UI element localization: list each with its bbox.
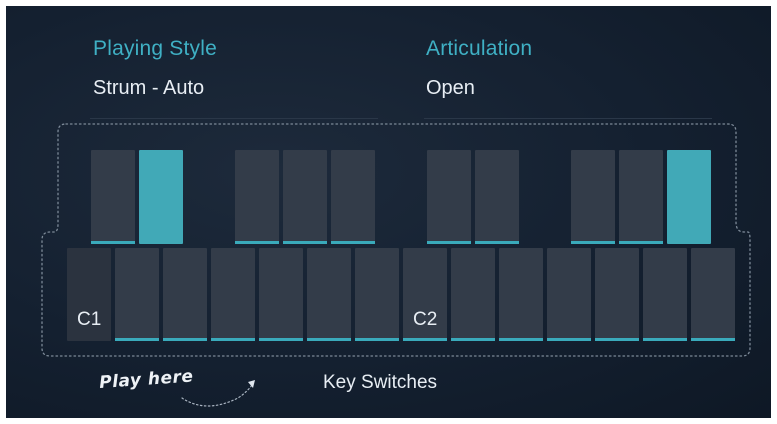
key-switch-lower-6[interactable] — [307, 248, 351, 341]
key-accent-bar — [115, 338, 159, 341]
key-switch-lower-8[interactable]: C2 — [403, 248, 447, 341]
key-switch-lower-7[interactable] — [355, 248, 399, 341]
key-accent-bar — [307, 338, 351, 341]
key-switch-lower-3[interactable] — [163, 248, 207, 341]
instrument-panel: Playing Style Strum - Auto Articulation … — [6, 6, 771, 418]
key-accent-bar — [331, 241, 375, 244]
key-switch-lower-10[interactable] — [499, 248, 543, 341]
key-accent-bar — [691, 338, 735, 341]
key-switch-upper-2[interactable] — [139, 150, 183, 244]
key-accent-bar — [259, 338, 303, 341]
key-note-label: C1 — [77, 309, 102, 330]
key-accent-bar — [235, 241, 279, 244]
key-switch-upper-9[interactable] — [619, 150, 663, 244]
key-accent-bar — [643, 338, 687, 341]
key-accent-bar — [499, 338, 543, 341]
key-switch-lower-12[interactable] — [595, 248, 639, 341]
play-here-arrow-icon — [181, 380, 255, 407]
key-switch-lower-1[interactable]: C1 — [67, 248, 111, 341]
key-accent-bar — [427, 241, 471, 244]
key-accent-bar — [283, 241, 327, 244]
key-switch-upper-6[interactable] — [427, 150, 471, 244]
key-accent-bar — [547, 338, 591, 341]
key-switch-lower-4[interactable] — [211, 248, 255, 341]
key-switch-upper-1[interactable] — [91, 150, 135, 244]
key-accent-bar — [211, 338, 255, 341]
key-switch-upper-7[interactable] — [475, 150, 519, 244]
key-accent-bar — [571, 241, 615, 244]
key-switch-lower-5[interactable] — [259, 248, 303, 341]
key-switch-lower-14[interactable] — [691, 248, 735, 341]
key-switch-upper-4[interactable] — [283, 150, 327, 244]
key-accent-bar — [595, 338, 639, 341]
key-switch-upper-3[interactable] — [235, 150, 279, 244]
key-accent-bar — [403, 338, 447, 341]
key-accent-bar — [475, 241, 519, 244]
key-switch-lower-13[interactable] — [643, 248, 687, 341]
key-accent-bar — [619, 241, 663, 244]
key-switch-upper-10[interactable] — [667, 150, 711, 244]
key-accent-bar — [451, 338, 495, 341]
key-note-label: C2 — [413, 309, 438, 330]
key-accent-bar — [91, 241, 135, 244]
key-accent-bar — [355, 338, 399, 341]
key-switches-label: Key Switches — [323, 372, 438, 393]
key-switch-upper-5[interactable] — [331, 150, 375, 244]
key-switch-lower-2[interactable] — [115, 248, 159, 341]
key-switch-lower-9[interactable] — [451, 248, 495, 341]
key-switch-lower-11[interactable] — [547, 248, 591, 341]
key-switch-upper-8[interactable] — [571, 150, 615, 244]
key-accent-bar — [163, 338, 207, 341]
